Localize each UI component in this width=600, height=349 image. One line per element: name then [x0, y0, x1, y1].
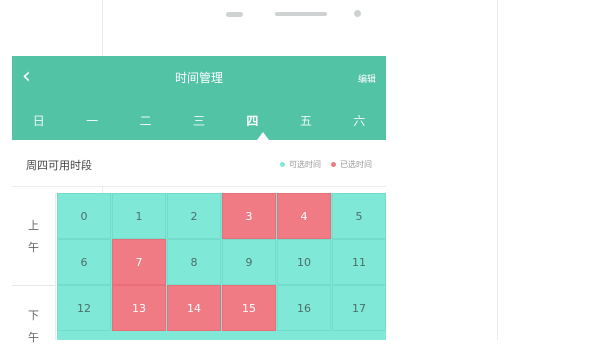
camera-icon	[354, 10, 361, 17]
time-slot-14[interactable]: 14	[167, 285, 221, 331]
time-slot-10[interactable]: 10	[277, 239, 331, 285]
page-title: 时间管理	[174, 71, 223, 85]
time-slot-2[interactable]: 2	[167, 193, 221, 239]
period-sidebar: 上 午 下 午	[12, 193, 56, 344]
afternoon-label: 下 午	[12, 305, 55, 349]
time-slot-7[interactable]: 7	[112, 239, 166, 285]
legend-used-dot-icon	[331, 162, 336, 167]
schedule-title: 周四可用时段	[26, 159, 92, 172]
legend-item-free: 可选时间	[280, 159, 321, 170]
tab-monday[interactable]: 一	[65, 110, 118, 132]
time-slot-17[interactable]: 17	[332, 285, 386, 331]
morning-label: 上 午	[12, 215, 55, 259]
time-slot-6[interactable]: 6	[57, 239, 111, 285]
time-slot-12[interactable]: 12	[57, 285, 111, 331]
tab-thursday[interactable]: 四	[226, 110, 279, 132]
selected-tab-pointer-icon	[257, 132, 269, 140]
time-slot-11[interactable]: 11	[332, 239, 386, 285]
time-slot-3[interactable]: 3	[222, 193, 276, 239]
time-slot-16[interactable]: 16	[277, 285, 331, 331]
earpiece-dot	[226, 12, 243, 17]
legend-free-label: 可选时间	[289, 160, 321, 169]
time-slot-5[interactable]: 5	[332, 193, 386, 239]
tab-tuesday[interactable]: 二	[119, 110, 172, 132]
time-slot-13[interactable]: 13	[112, 285, 166, 331]
legend-used-label: 已选时间	[340, 160, 372, 169]
tab-sunday[interactable]: 日	[12, 110, 65, 132]
time-slot-1[interactable]: 1	[112, 193, 166, 239]
weekday-tabs: 日 一 二 三 四 五 六	[12, 110, 386, 132]
app-header: ‹ 时间管理 编辑 日 一 二 三 四 五 六	[12, 56, 386, 140]
schedule-subheader: 周四可用时段 可选时间 已选时间	[12, 140, 386, 187]
afternoon-text: 下 午	[28, 309, 39, 344]
tab-saturday[interactable]: 六	[333, 110, 386, 132]
edit-button[interactable]: 编辑	[358, 72, 376, 85]
time-slot-4[interactable]: 4	[277, 193, 331, 239]
time-slot-9[interactable]: 9	[222, 239, 276, 285]
legend: 可选时间 已选时间	[270, 159, 372, 170]
tab-friday[interactable]: 五	[279, 110, 332, 132]
morning-text: 上 午	[28, 219, 39, 254]
period-divider	[12, 285, 55, 286]
legend-free-dot-icon	[280, 162, 285, 167]
time-slot-8[interactable]: 8	[167, 239, 221, 285]
tab-wednesday[interactable]: 三	[172, 110, 225, 132]
time-slot-0[interactable]: 0	[57, 193, 111, 239]
speaker-slot	[275, 12, 327, 16]
time-slot-15[interactable]: 15	[222, 285, 276, 331]
legend-item-used: 已选时间	[331, 159, 372, 170]
time-slot-grid: 0 1 2 3 4 5 6 7 8 9 10 11 12 13 14 15 16 17	[57, 193, 386, 340]
